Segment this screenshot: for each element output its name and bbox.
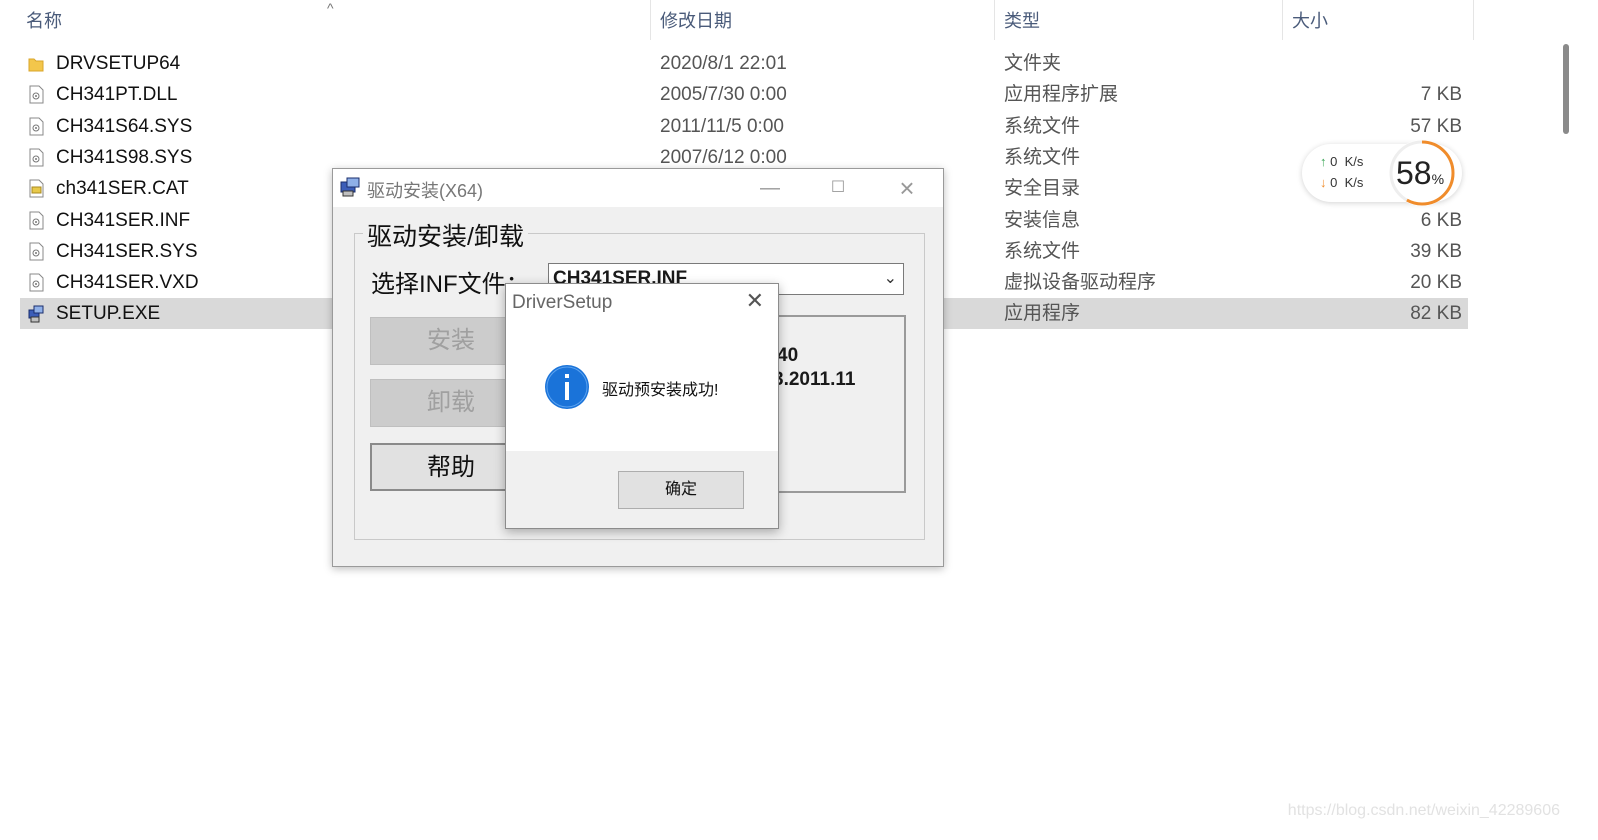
download-unit: K/s bbox=[1344, 175, 1364, 190]
download-speed: ↓ 0 K/s bbox=[1320, 175, 1363, 190]
ok-button[interactable]: 确定 bbox=[618, 471, 744, 509]
file-name: DRVSETUP64 bbox=[56, 53, 181, 74]
column-header-name-label: 名称 bbox=[26, 11, 62, 31]
driver-info-line1: 40 bbox=[777, 345, 799, 366]
gauge-percent-sign: % bbox=[1431, 171, 1445, 187]
column-divider[interactable] bbox=[994, 0, 995, 40]
column-divider[interactable] bbox=[1473, 0, 1474, 40]
vertical-scrollbar[interactable] bbox=[1563, 44, 1569, 134]
file-name: CH341S98.SYS bbox=[56, 146, 193, 168]
download-arrow-icon: ↓ bbox=[1320, 175, 1327, 190]
file-name: CH341SER.SYS bbox=[56, 240, 198, 262]
dialog-title: 驱动安装(X64) bbox=[367, 181, 484, 201]
sort-ascending-icon: ^ bbox=[327, 0, 334, 16]
file-size: 20 KB bbox=[1410, 272, 1462, 294]
message-box-close-icon[interactable]: ✕ bbox=[746, 288, 764, 314]
file-name: ch341SER.CAT bbox=[56, 178, 189, 200]
driver-info-panel: 40 3.2011.11 bbox=[773, 315, 906, 493]
file-name: CH341SER.INF bbox=[56, 209, 191, 231]
driver-setup-message-box: DriverSetup ✕ 驱动预安装成功! 确定 bbox=[505, 283, 779, 529]
file-size: 6 KB bbox=[1420, 209, 1462, 231]
column-header-size[interactable]: 大小 bbox=[1292, 0, 1328, 40]
file-modified-date: 2005/7/30 0:00 bbox=[660, 84, 787, 106]
file-row[interactable]: DRVSETUP64 2020/8/1 22:01 文件夹 bbox=[20, 48, 1468, 79]
file-size: 7 KB bbox=[1420, 84, 1462, 106]
file-type: 系统文件 bbox=[1004, 115, 1081, 137]
file-name: SETUP.EXE bbox=[56, 303, 161, 325]
file-name: CH341SER.VXD bbox=[56, 272, 199, 294]
column-header-date[interactable]: 修改日期 bbox=[660, 0, 732, 40]
info-icon bbox=[545, 365, 589, 409]
file-type: 安装信息 bbox=[1004, 209, 1081, 231]
file-row[interactable]: CH341PT.DLL 2005/7/30 0:00 应用程序扩展 7 KB bbox=[20, 79, 1468, 110]
column-header-name[interactable]: 名称 bbox=[26, 0, 62, 40]
driver-info-line2: 3.2011.11 bbox=[773, 369, 856, 390]
file-size: 57 KB bbox=[1410, 115, 1462, 137]
chevron-down-icon[interactable]: ⌄ bbox=[884, 264, 897, 294]
file-modified-date: 2020/8/1 22:01 bbox=[660, 53, 787, 74]
groupbox-label: 驱动安装/卸载 bbox=[363, 217, 528, 253]
file-type: 应用程序 bbox=[1004, 303, 1081, 325]
column-divider[interactable] bbox=[650, 0, 651, 40]
file-row[interactable]: CH341S64.SYS 2011/11/5 0:00 系统文件 57 KB bbox=[20, 111, 1468, 142]
file-type: 应用程序扩展 bbox=[1004, 84, 1119, 106]
column-header-size-label: 大小 bbox=[1292, 11, 1328, 31]
file-modified-date: 2011/11/5 0:00 bbox=[660, 115, 784, 137]
file-type: 安全目录 bbox=[1004, 178, 1081, 200]
file-type: 虚拟设备驱动程序 bbox=[1004, 272, 1157, 294]
column-header-type-label: 类型 bbox=[1004, 11, 1040, 31]
maximize-button[interactable]: ☐ bbox=[806, 169, 870, 207]
column-divider[interactable] bbox=[1282, 0, 1283, 40]
file-name: CH341PT.DLL bbox=[56, 84, 178, 106]
file-type: 系统文件 bbox=[1004, 146, 1081, 168]
dialog-title-bar[interactable]: 驱动安装(X64) — ☐ × bbox=[333, 169, 943, 207]
close-button[interactable]: × bbox=[875, 169, 939, 207]
gauge-percent-value: 58 bbox=[1396, 155, 1432, 191]
upload-value: 0 bbox=[1330, 154, 1338, 169]
column-header-type[interactable]: 类型 bbox=[1004, 0, 1040, 40]
setup-app-icon bbox=[340, 177, 360, 197]
column-header-date-label: 修改日期 bbox=[660, 11, 732, 31]
file-size: 39 KB bbox=[1410, 240, 1462, 262]
file-type: 系统文件 bbox=[1004, 240, 1081, 262]
upload-unit: K/s bbox=[1344, 154, 1364, 169]
file-type: 文件夹 bbox=[1004, 53, 1062, 74]
message-text: 驱动预安装成功! bbox=[602, 382, 719, 399]
file-name: CH341S64.SYS bbox=[56, 115, 193, 137]
watermark-text: https://blog.csdn.net/weixin_42289606 bbox=[1287, 802, 1560, 819]
file-size: 82 KB bbox=[1410, 303, 1462, 325]
minimize-button[interactable]: — bbox=[738, 169, 802, 207]
message-box-title: DriverSetup bbox=[512, 292, 613, 313]
gauge-percent: 58% bbox=[1396, 155, 1444, 192]
upload-arrow-icon: ↑ bbox=[1320, 154, 1327, 169]
upload-speed: ↑ 0 K/s bbox=[1320, 154, 1363, 169]
download-value: 0 bbox=[1330, 175, 1338, 190]
